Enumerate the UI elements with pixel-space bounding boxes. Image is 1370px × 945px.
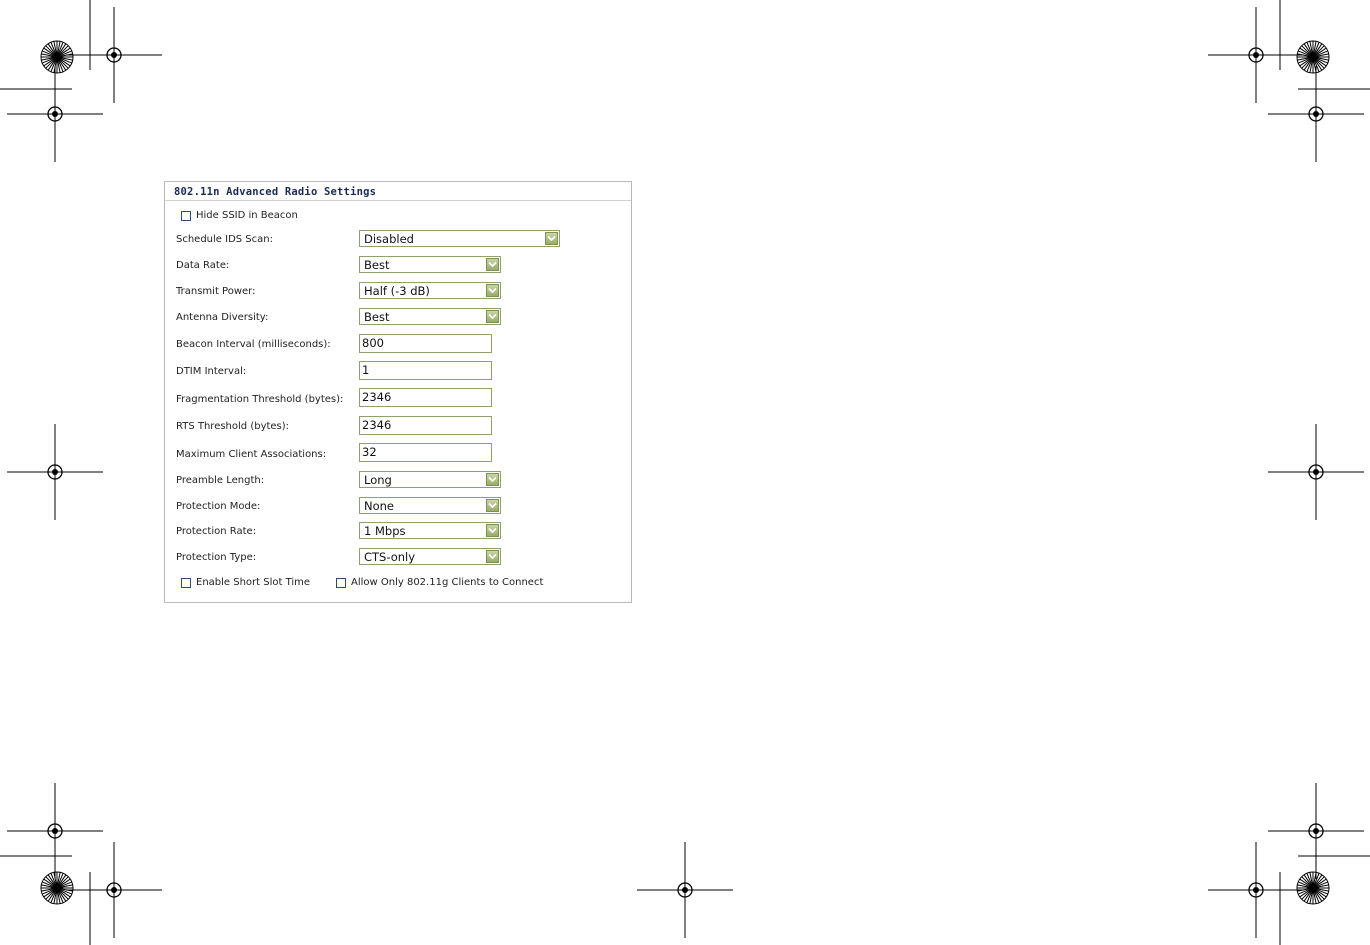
chevron-down-icon[interactable] [486,550,499,563]
advanced-radio-settings-panel: 802.11n Advanced Radio Settings Hide SSI… [164,181,632,603]
protection-type-select[interactable]: CTS-only [359,548,501,565]
short-slot-label: Enable Short Slot Time [196,577,311,588]
only-11g-row[interactable]: Allow Only 802.11g Clients to Connect [336,577,543,588]
beacon-interval-input[interactable]: 800 [359,334,492,353]
preamble-length-select[interactable]: Long [359,471,501,488]
preamble-length-value: Long [364,473,392,487]
antenna-diversity-select[interactable]: Best [359,308,501,325]
protection-mode-label: Protection Mode: [176,501,261,512]
starburst-target-icon [1296,40,1330,74]
protection-mode-value: None [364,499,395,513]
dtim-interval-input[interactable]: 1 [359,361,492,380]
starburst-target-icon [40,40,74,74]
registration-mark-icon [1267,782,1365,880]
chevron-down-icon[interactable] [486,473,499,486]
registration-mark-icon [1207,841,1305,939]
registration-mark-icon [65,841,163,939]
starburst-target-icon [1296,871,1330,905]
protection-rate-value: 1 Mbps [364,524,406,538]
registration-mark-icon [1207,6,1305,104]
rts-threshold-input[interactable]: 2346 [359,416,492,435]
beacon-interval-value: 800 [362,336,384,350]
max-clients-input[interactable]: 32 [359,443,492,462]
data-rate-value: Best [364,258,390,272]
transmit-power-value: Half (-3 dB) [364,284,430,298]
title-divider [165,200,631,201]
registration-mark-icon [1267,423,1365,521]
data-rate-select[interactable]: Best [359,256,501,273]
frag-threshold-value: 2346 [362,390,392,404]
frag-threshold-label: Fragmentation Threshold (bytes): [176,394,344,405]
registration-mark-icon [636,841,734,939]
hide-ssid-row[interactable]: Hide SSID in Beacon [181,210,298,221]
hide-ssid-label: Hide SSID in Beacon [196,210,298,221]
short-slot-checkbox[interactable] [181,577,191,588]
registration-mark-icon [6,423,104,521]
registration-mark-icon [6,782,104,880]
hide-ssid-checkbox[interactable] [181,210,191,221]
starburst-target-icon [40,871,74,905]
protection-mode-select[interactable]: None [359,497,501,514]
panel-title: 802.11n Advanced Radio Settings [174,186,377,198]
chevron-down-icon[interactable] [486,310,499,323]
short-slot-row[interactable]: Enable Short Slot Time [181,577,310,588]
protection-rate-label: Protection Rate: [176,526,257,537]
chevron-down-icon[interactable] [486,258,499,271]
chevron-down-icon[interactable] [486,499,499,512]
data-rate-label: Data Rate: [176,260,230,271]
transmit-power-label: Transmit Power: [176,286,256,297]
dtim-interval-value: 1 [362,363,370,377]
beacon-interval-label: Beacon Interval (milliseconds): [176,339,331,350]
registration-mark-icon [1267,65,1365,163]
only-11g-checkbox[interactable] [336,577,346,588]
dtim-interval-label: DTIM Interval: [176,366,247,377]
max-clients-label: Maximum Client Associations: [176,449,327,460]
schedule-ids-select[interactable]: Disabled [359,230,560,247]
antenna-diversity-value: Best [364,310,390,324]
chevron-down-icon[interactable] [545,232,558,245]
chevron-down-icon[interactable] [486,524,499,537]
preamble-length-label: Preamble Length: [176,475,265,486]
frag-threshold-input[interactable]: 2346 [359,388,492,407]
transmit-power-select[interactable]: Half (-3 dB) [359,282,501,299]
registration-mark-icon [6,65,104,163]
chevron-down-icon[interactable] [486,284,499,297]
registration-mark-icon [65,6,163,104]
antenna-diversity-label: Antenna Diversity: [176,312,269,323]
max-clients-value: 32 [362,445,377,459]
rts-threshold-label: RTS Threshold (bytes): [176,421,290,432]
only-11g-label: Allow Only 802.11g Clients to Connect [351,577,544,588]
protection-type-value: CTS-only [364,550,416,564]
rts-threshold-value: 2346 [362,418,392,432]
protection-type-label: Protection Type: [176,552,257,563]
schedule-ids-label: Schedule IDS Scan: [176,234,273,245]
protection-rate-select[interactable]: 1 Mbps [359,522,501,539]
schedule-ids-value: Disabled [364,232,414,246]
